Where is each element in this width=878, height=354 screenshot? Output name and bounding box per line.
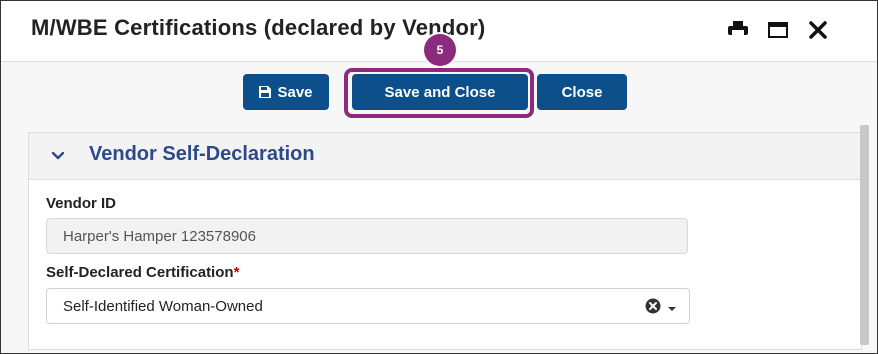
close-icon[interactable] [807,19,829,41]
save-button[interactable]: Save [243,74,329,110]
panel-title: Vendor Self-Declaration [89,143,315,165]
vendor-id-label: Vendor ID [46,195,117,212]
clear-icon[interactable] [645,298,661,318]
maximize-icon[interactable] [767,19,789,41]
vendor-id-field: Harper's Hamper 123578906 [46,218,688,254]
vendor-self-declaration-panel: Vendor Self-Declaration Vendor ID Harper… [28,132,862,350]
floppy-disk-icon [259,86,272,98]
step-number-badge: 5 [424,34,456,66]
step-highlight-frame [344,68,534,118]
vertical-scrollbar[interactable] [860,125,869,345]
close-button-label: Close [561,83,603,101]
certifications-dialog: M/WBE Certifications (declared by Vendor… [0,0,878,354]
titlebar-actions [727,19,829,41]
certification-label-text: Self-Declared Certification [46,264,234,281]
certification-value: Self-Identified Woman-Owned [63,297,263,315]
chevron-down-icon[interactable] [51,148,65,167]
certification-label: Self-Declared Certification* [46,264,239,281]
caret-down-icon[interactable] [667,300,677,317]
close-button[interactable]: Close [537,74,627,110]
required-marker: * [233,264,240,281]
select-controls [645,298,677,318]
vendor-id-value: Harper's Hamper 123578906 [63,227,256,245]
save-button-label: Save [277,83,313,101]
certification-select[interactable]: Self-Identified Woman-Owned [46,288,690,324]
print-icon[interactable] [727,19,749,41]
panel-header[interactable]: Vendor Self-Declaration [29,133,861,180]
dialog-title: M/WBE Certifications (declared by Vendor… [31,15,486,40]
